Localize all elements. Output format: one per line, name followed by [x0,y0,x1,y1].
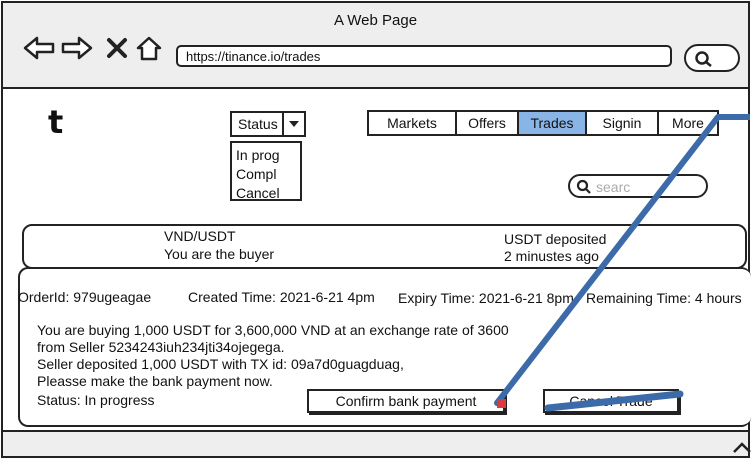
tab-trades[interactable]: Trades [517,110,587,136]
tab-markets[interactable]: Markets [367,110,457,136]
order-remaining-time: Remaining Time: 4 hours [586,290,742,306]
search-icon [695,51,712,67]
window-title: A Web Page [333,12,418,29]
order-description-line: from Seller 5234243iuh234jti34ojegega. [37,339,285,355]
status-options-list: In prog Compl Cancel [230,141,302,201]
url-bar[interactable]: https://tinance.io/trades [176,45,672,67]
right-arrow-icon[interactable] [60,34,94,62]
status-option-in-progress[interactable]: In prog [236,146,300,165]
home-icon[interactable] [132,34,166,62]
search-icon [576,179,591,194]
order-description-line: You are buying 1,000 USDT for 3,600,000 … [37,322,509,338]
order-id: OrderId: 979ugeagae [18,289,152,305]
tab-signin[interactable]: Signin [585,110,659,136]
left-arrow-icon[interactable] [22,34,56,62]
trade-summary-card[interactable]: VND/USDT You are the buyer USDT deposite… [22,224,747,269]
trade-role: You are the buyer [164,246,275,262]
order-expiry-time: Expiry Time: 2021-6-21 8pm [398,290,574,306]
status-dropdown[interactable]: Status [230,111,306,137]
confirm-bank-payment-button[interactable]: Confirm bank payment [307,389,505,413]
status-option-completed[interactable]: Compl [236,165,300,184]
status-option-cancelled[interactable]: Cancel [236,184,300,203]
order-created-time: Created Time: 2021-6-21 4pm [188,289,375,305]
trade-status: USDT deposited [504,231,607,247]
status-dropdown-label: Status [238,116,278,132]
trade-time-ago: 2 minustes ago [504,248,599,264]
tab-offers[interactable]: Offers [455,110,519,136]
order-description-line: Seller deposited 1,000 USDT with TX id: … [37,356,404,372]
cancel-trade-button[interactable]: Cancel Trade [543,389,679,413]
x-icon[interactable] [100,34,134,62]
browser-status-bar [3,430,748,456]
browser-search-button[interactable] [684,44,740,72]
search-placeholder: searc [596,179,631,195]
search-input[interactable]: searc [568,174,708,198]
order-description-line: Pleasse make the bank payment now. [37,373,273,389]
trade-pair: VND/USDT [164,228,236,244]
chevron-down-icon[interactable] [282,113,304,135]
tab-more[interactable]: More [657,110,719,136]
site-logo[interactable]: t [48,106,63,138]
order-status: Status: In progress [37,392,155,408]
